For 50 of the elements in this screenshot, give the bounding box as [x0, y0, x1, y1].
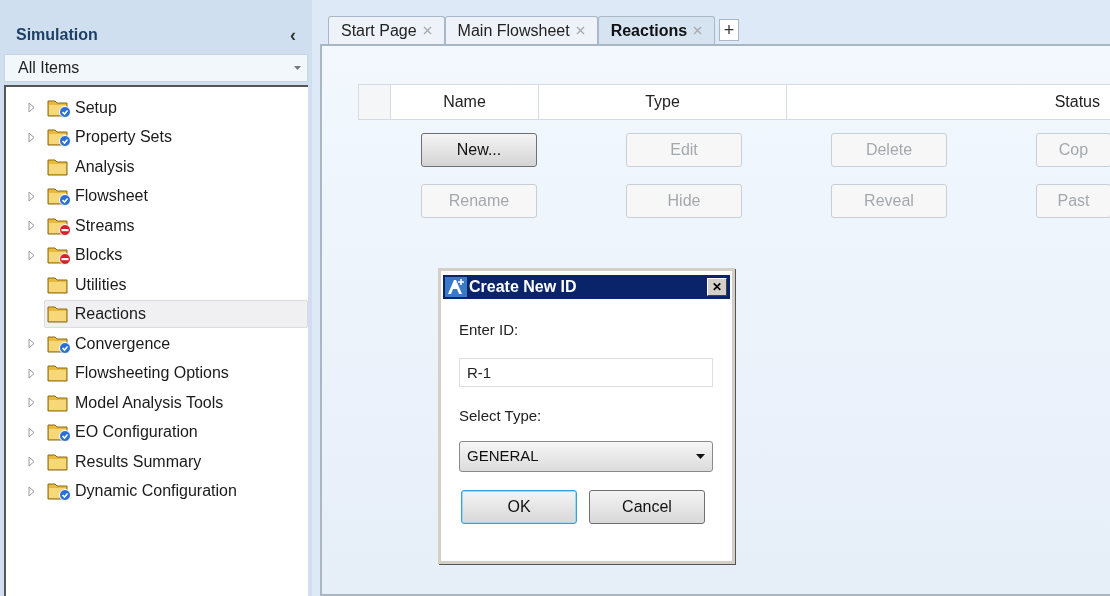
field-label: Select Type: [459, 405, 543, 426]
expand-triangle-icon[interactable] [28, 102, 35, 114]
collapse-button[interactable]: ‹ [290, 26, 296, 44]
tree-item[interactable]: Model Analysis Tools [44, 388, 233, 417]
tree-item[interactable]: Flowsheet [44, 182, 157, 211]
tree-item[interactable]: Blocks [44, 241, 132, 270]
expand-triangle-icon[interactable] [28, 220, 35, 232]
expand-triangle-icon[interactable] [28, 456, 35, 468]
document-tab[interactable]: Reactions [597, 16, 716, 44]
tree-item[interactable]: Dynamic Configuration [44, 477, 246, 506]
app-logo-icon [445, 277, 467, 297]
add-tab-button[interactable]: + [719, 19, 740, 41]
tree-item[interactable]: Utilities [44, 270, 136, 299]
dialog-title: Create New ID [469, 277, 577, 297]
dropdown-arrow-icon [294, 66, 301, 70]
column-header: Name [391, 85, 539, 119]
expand-triangle-icon[interactable] [28, 397, 35, 409]
column-header: Type [539, 85, 787, 119]
id-input-field[interactable]: R-1 [459, 357, 713, 387]
sidebar-title: Simulation [16, 25, 98, 45]
close-icon[interactable] [422, 26, 432, 35]
field-label: Enter ID: [459, 320, 520, 340]
filter-dropdown[interactable]: All Items [4, 54, 308, 82]
dropdown-arrow-icon [696, 454, 705, 459]
tree-item[interactable]: Flowsheeting Options [44, 359, 238, 388]
tree-item[interactable]: Property Sets [44, 123, 181, 152]
dialog-button[interactable]: Cancel [589, 490, 705, 524]
expand-triangle-icon[interactable] [28, 249, 35, 261]
close-button[interactable]: ✕ [707, 278, 727, 296]
tree-item[interactable]: Streams [44, 211, 144, 240]
document-tab[interactable]: Main Flowsheet [444, 16, 598, 44]
type-select[interactable]: GENERAL [459, 441, 713, 472]
expand-triangle-icon[interactable] [28, 367, 35, 379]
close-icon[interactable] [693, 26, 703, 35]
expand-triangle-icon[interactable] [28, 131, 35, 143]
action-button[interactable]: New... [421, 133, 537, 167]
column-header: Status [1053, 92, 1101, 112]
tree-item[interactable]: Convergence [44, 329, 180, 358]
expand-triangle-icon[interactable] [28, 485, 35, 497]
document-tab[interactable]: Start Page [328, 16, 445, 44]
expand-triangle-icon[interactable] [28, 338, 35, 350]
expand-triangle-icon[interactable] [28, 190, 35, 202]
expand-triangle-icon[interactable] [28, 426, 35, 438]
tree-item[interactable]: Reactions [43, 300, 308, 329]
tree-item[interactable]: Setup [44, 93, 126, 122]
close-icon[interactable] [575, 26, 585, 35]
tree-item[interactable]: EO Configuration [44, 418, 207, 447]
tree-item[interactable]: Analysis [44, 152, 144, 181]
tree-item[interactable]: Results Summary [44, 447, 211, 476]
dialog-button[interactable]: OK [461, 490, 577, 524]
